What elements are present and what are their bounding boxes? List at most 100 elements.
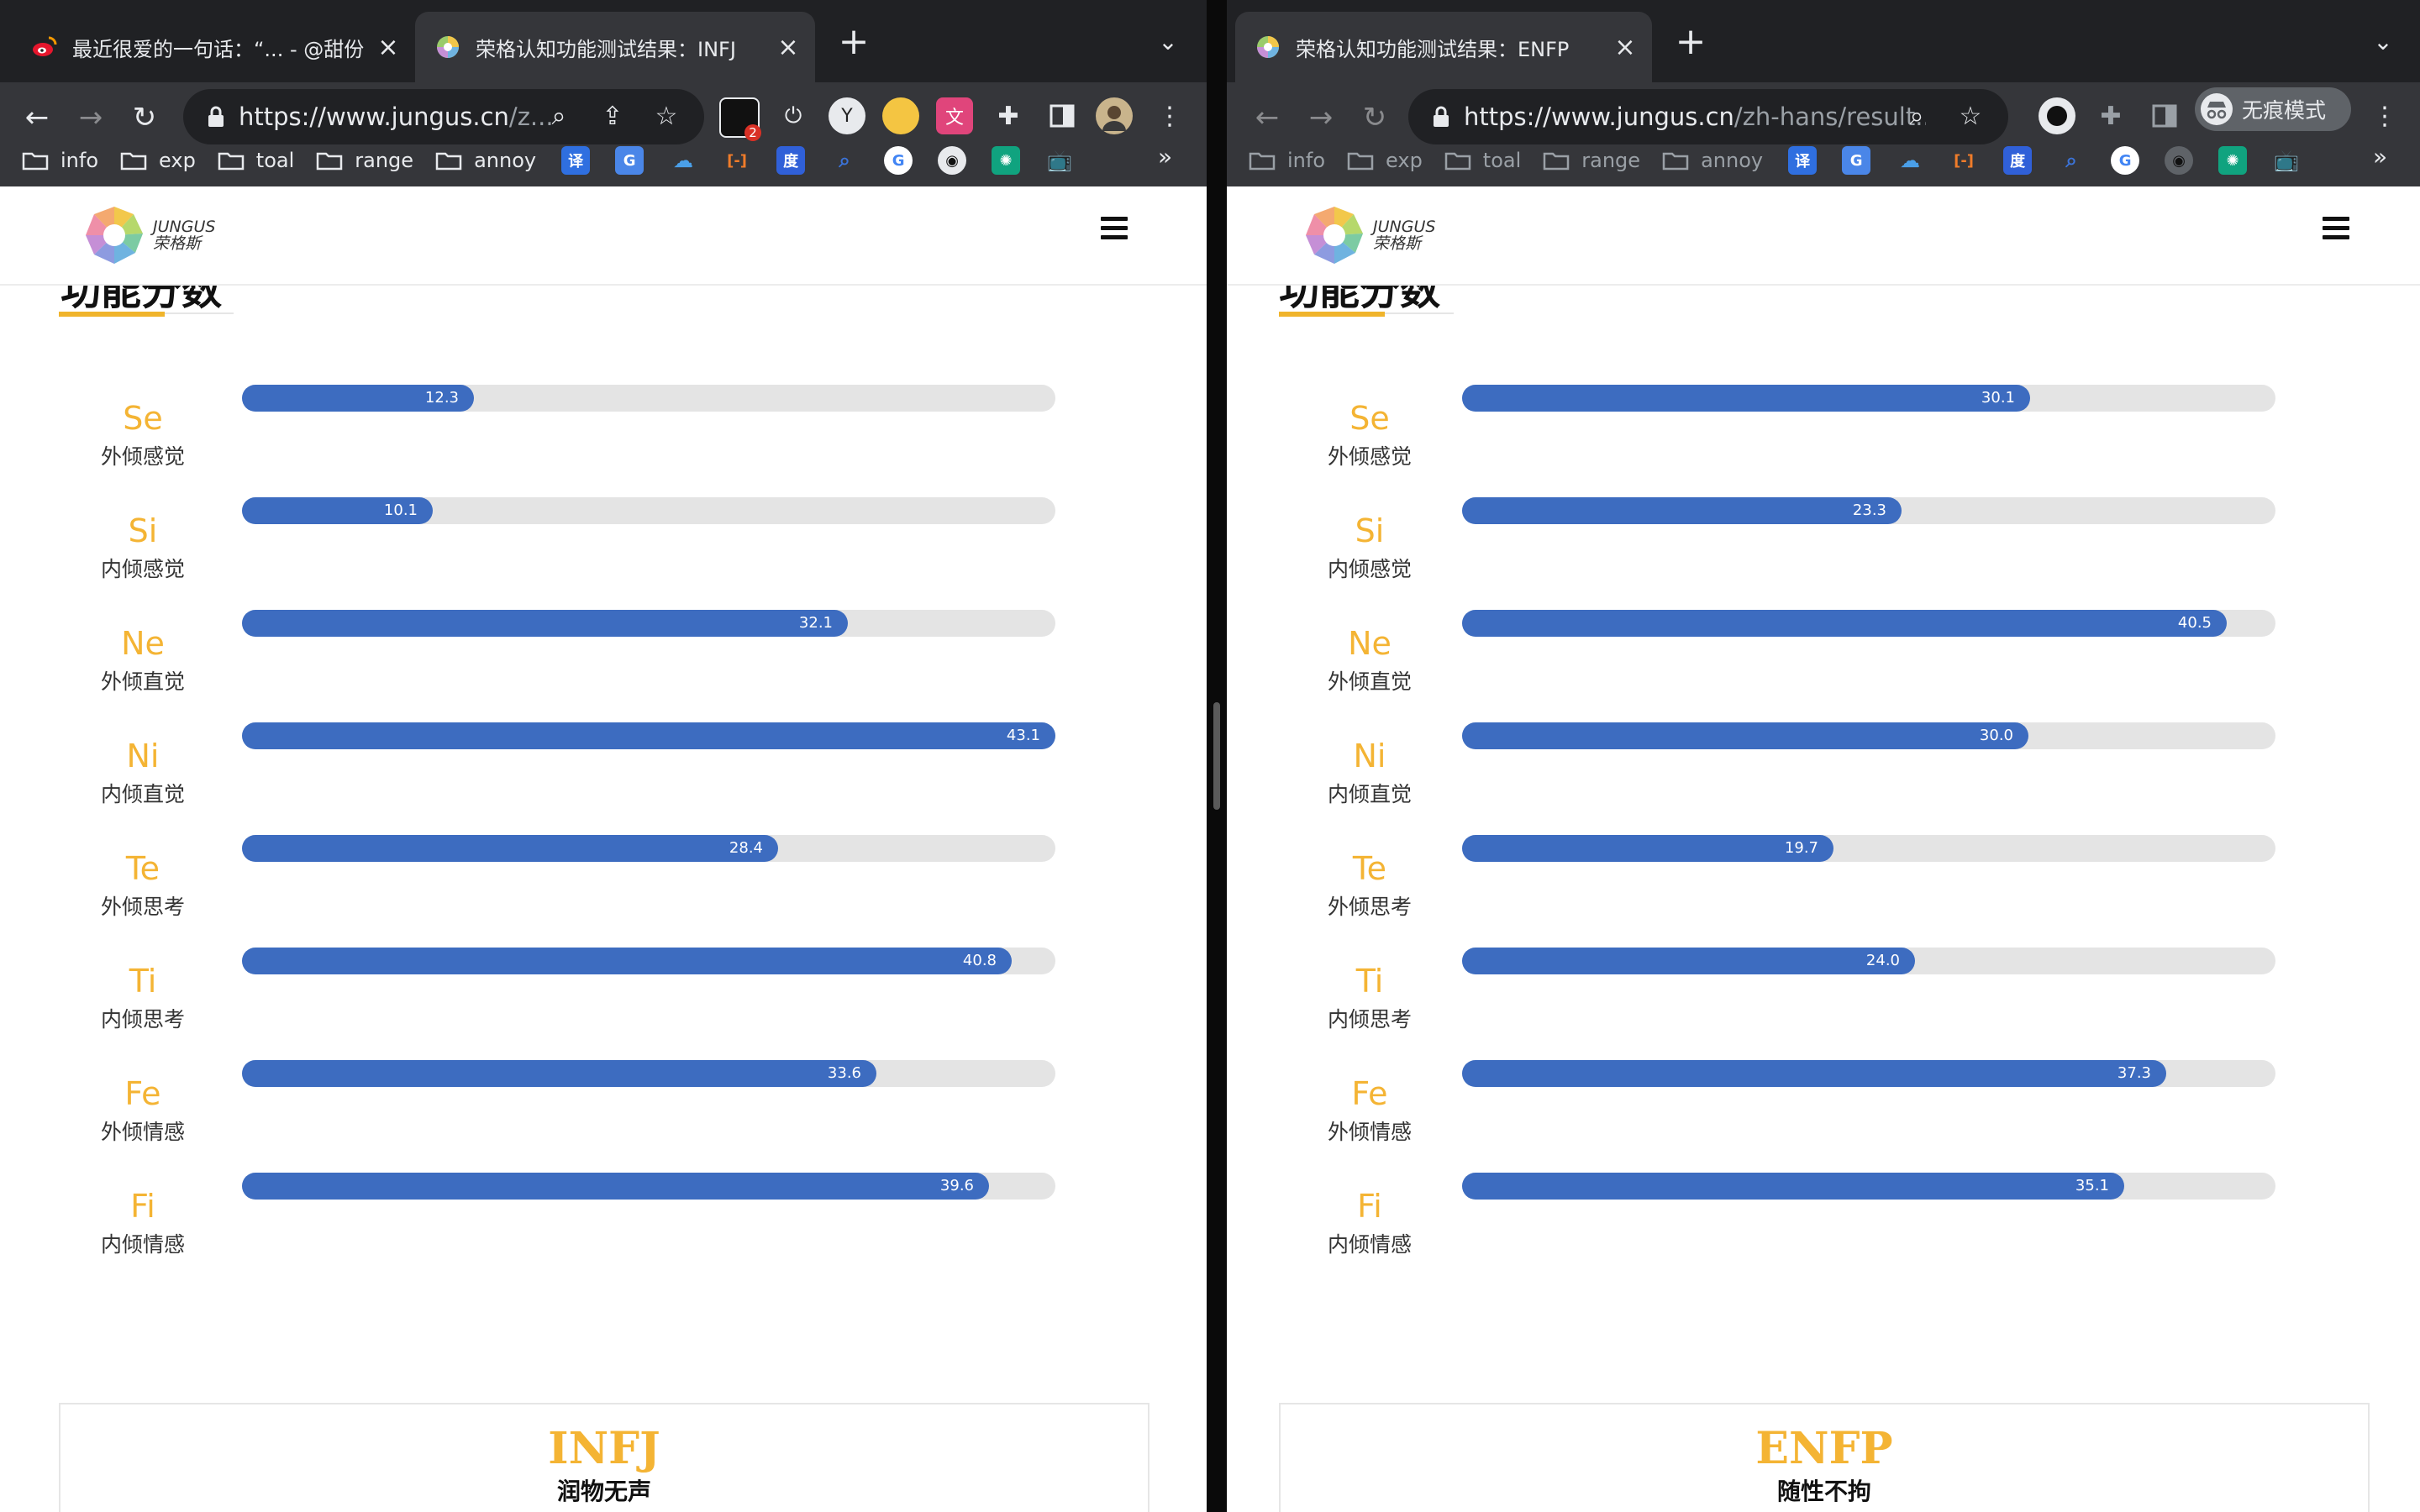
tab-enfp-result[interactable]: 荣格认知功能测试结果：ENFP × bbox=[1235, 12, 1652, 82]
score-bar-track: 30.1 bbox=[1462, 385, 2275, 412]
star-icon[interactable]: ☆ bbox=[650, 101, 682, 133]
record-extension-icon[interactable] bbox=[2039, 97, 2075, 134]
profile-avatar[interactable] bbox=[1096, 97, 1133, 134]
bookmark-folder-annoy[interactable]: annoy bbox=[435, 149, 536, 172]
bookmarks-bar: info exp toal range annoy 译 G ☁ [-] 度 ⌕ … bbox=[0, 134, 1207, 186]
new-tab-button[interactable]: + bbox=[832, 20, 876, 64]
hamburger-menu-icon[interactable] bbox=[1101, 217, 1128, 240]
star-icon[interactable]: ☆ bbox=[1954, 101, 1986, 133]
google-bookmark-icon[interactable]: G bbox=[884, 146, 913, 175]
function-code: Si bbox=[128, 512, 158, 549]
power-icon[interactable]: ⏻ bbox=[775, 97, 812, 134]
bookmark-folder-exp[interactable]: exp bbox=[120, 149, 196, 172]
bilibili-bookmark-icon[interactable]: 📺 bbox=[2272, 146, 2301, 175]
bookmarks-overflow-icon[interactable]: » bbox=[1158, 143, 1172, 171]
zoom-icon[interactable]: ⌕ bbox=[1901, 101, 1933, 133]
side-panel-icon[interactable] bbox=[2146, 97, 2183, 134]
baidu-bookmark-icon[interactable]: 度 bbox=[776, 146, 806, 175]
bookmark-folder-info[interactable]: info bbox=[1249, 149, 1325, 172]
cloud-bookmark-icon[interactable]: ☁ bbox=[669, 146, 697, 175]
menu-kebab-icon[interactable]: ⋮ bbox=[2366, 97, 2403, 134]
puzzle-icon[interactable]: ✚ bbox=[2092, 97, 2129, 134]
score-value: 33.6 bbox=[827, 1064, 861, 1082]
score-bar-track: 43.1 bbox=[242, 722, 1055, 749]
search-bookmark-icon[interactable]: ⌕ bbox=[2057, 146, 2086, 175]
forward-arrow-icon[interactable]: → bbox=[1299, 96, 1343, 139]
score-bar-fill: 10.1 bbox=[242, 497, 433, 524]
bookmark-folder-exp[interactable]: exp bbox=[1347, 149, 1423, 172]
jungus-icon bbox=[1257, 36, 1279, 58]
score-bar-fill: 12.3 bbox=[242, 385, 474, 412]
baidu-bookmark-icon[interactable]: 度 bbox=[2003, 146, 2033, 175]
globe-extension-icon[interactable] bbox=[882, 97, 919, 134]
translate-bookmark-icon[interactable]: 译 bbox=[561, 146, 591, 175]
hamburger-menu-icon[interactable] bbox=[2323, 217, 2349, 240]
bookmark-folder-toal[interactable]: toal bbox=[1444, 149, 1521, 172]
blocker-extension-icon[interactable]: Y bbox=[829, 97, 865, 134]
incognito-indicator[interactable]: 无痕模式 bbox=[2195, 87, 2351, 131]
bookmark-folder-annoy[interactable]: annoy bbox=[1662, 149, 1763, 172]
new-tab-button[interactable]: + bbox=[1669, 20, 1712, 64]
tab-title: 荣格认知功能测试结果：INFJ bbox=[476, 37, 736, 61]
forward-arrow-icon[interactable]: → bbox=[69, 96, 113, 139]
tab-search-chevron-icon[interactable]: ⌄ bbox=[2366, 22, 2400, 62]
zoom-icon[interactable]: ⌕ bbox=[543, 101, 575, 133]
jungus-logo[interactable] bbox=[1304, 205, 1365, 265]
bookmark-folder-info[interactable]: info bbox=[22, 149, 98, 172]
reload-icon[interactable]: ↻ bbox=[1353, 96, 1397, 139]
translate-extension-icon[interactable]: 文 bbox=[936, 97, 973, 134]
bracket-bookmark-icon[interactable]: [-] bbox=[723, 146, 751, 175]
type-code: INFJ bbox=[548, 1423, 660, 1474]
search-bookmark-icon[interactable]: ⌕ bbox=[830, 146, 859, 175]
tab-infj-result[interactable]: 荣格认知功能测试结果：INFJ × bbox=[415, 12, 815, 82]
jungus-logo[interactable] bbox=[84, 205, 145, 265]
score-bar-track: 40.5 bbox=[1462, 610, 2275, 637]
google-bookmark-icon[interactable]: G bbox=[2111, 146, 2140, 175]
function-row-se: Se 外倾感觉 12.3 bbox=[0, 385, 1207, 477]
github-bookmark-icon[interactable]: ◉ bbox=[2165, 146, 2194, 175]
extension-icon[interactable]: 2 bbox=[719, 97, 761, 141]
back-arrow-icon[interactable]: ← bbox=[15, 96, 59, 139]
github-bookmark-icon[interactable]: ◉ bbox=[938, 146, 967, 175]
score-bar-fill: 23.3 bbox=[1462, 497, 1902, 524]
url-host: https://www.jungus.cn bbox=[239, 102, 509, 131]
function-name: 内倾直觉 bbox=[100, 782, 185, 806]
bookmark-label: range bbox=[1581, 149, 1641, 172]
split-view-handle[interactable] bbox=[1213, 702, 1220, 810]
menu-kebab-icon[interactable]: ⋮ bbox=[1151, 97, 1188, 134]
function-code: Ti bbox=[1355, 963, 1384, 1000]
logo-text: JUNGUS 荣格斯 bbox=[153, 218, 215, 252]
side-panel-icon[interactable] bbox=[1044, 97, 1081, 134]
site-header: JUNGUS 荣格斯 bbox=[1227, 186, 2420, 286]
function-row-si: Si 内倾感觉 23.3 bbox=[1227, 497, 2420, 590]
google-translate-bookmark-icon[interactable]: G bbox=[615, 146, 644, 175]
cloud-bookmark-icon[interactable]: ☁ bbox=[1896, 146, 1924, 175]
score-bar-track: 19.7 bbox=[1462, 835, 2275, 862]
google-translate-bookmark-icon[interactable]: G bbox=[1842, 146, 1871, 175]
tab-weibo[interactable]: 最近很爱的一句话：“... - @甜份 × bbox=[12, 12, 415, 82]
function-code: Ni bbox=[1353, 738, 1386, 774]
bookmark-folder-range[interactable]: range bbox=[1543, 149, 1640, 172]
tab-search-chevron-icon[interactable]: ⌄ bbox=[1151, 22, 1185, 62]
incognito-label: 无痕模式 bbox=[2242, 98, 2327, 123]
share-icon[interactable]: ⇪ bbox=[597, 101, 629, 133]
bookmark-label: toal bbox=[255, 149, 295, 172]
close-tab-icon[interactable]: × bbox=[371, 33, 405, 62]
function-name: 外倾感觉 bbox=[1327, 444, 1412, 469]
bookmark-folder-range[interactable]: range bbox=[316, 149, 413, 172]
puzzle-icon[interactable]: ✚ bbox=[990, 97, 1027, 134]
close-tab-icon[interactable]: × bbox=[1608, 33, 1642, 62]
close-tab-icon[interactable]: × bbox=[771, 33, 805, 62]
chatgpt-bookmark-icon[interactable]: ✺ bbox=[992, 146, 1021, 175]
reload-icon[interactable]: ↻ bbox=[123, 96, 166, 139]
bookmarks-overflow-icon[interactable]: » bbox=[2373, 143, 2387, 171]
score-value: 39.6 bbox=[939, 1177, 974, 1194]
bracket-bookmark-icon[interactable]: [-] bbox=[1949, 146, 1978, 175]
back-arrow-icon[interactable]: ← bbox=[1245, 96, 1289, 139]
tab-strip: 荣格认知功能测试结果：ENFP × + ⌄ bbox=[1227, 0, 2420, 82]
chatgpt-bookmark-icon[interactable]: ✺ bbox=[2218, 146, 2248, 175]
translate-bookmark-icon[interactable]: 译 bbox=[1788, 146, 1818, 175]
score-value: 40.8 bbox=[962, 952, 997, 969]
bookmark-folder-toal[interactable]: toal bbox=[218, 149, 294, 172]
bilibili-bookmark-icon[interactable]: 📺 bbox=[1045, 146, 1074, 175]
